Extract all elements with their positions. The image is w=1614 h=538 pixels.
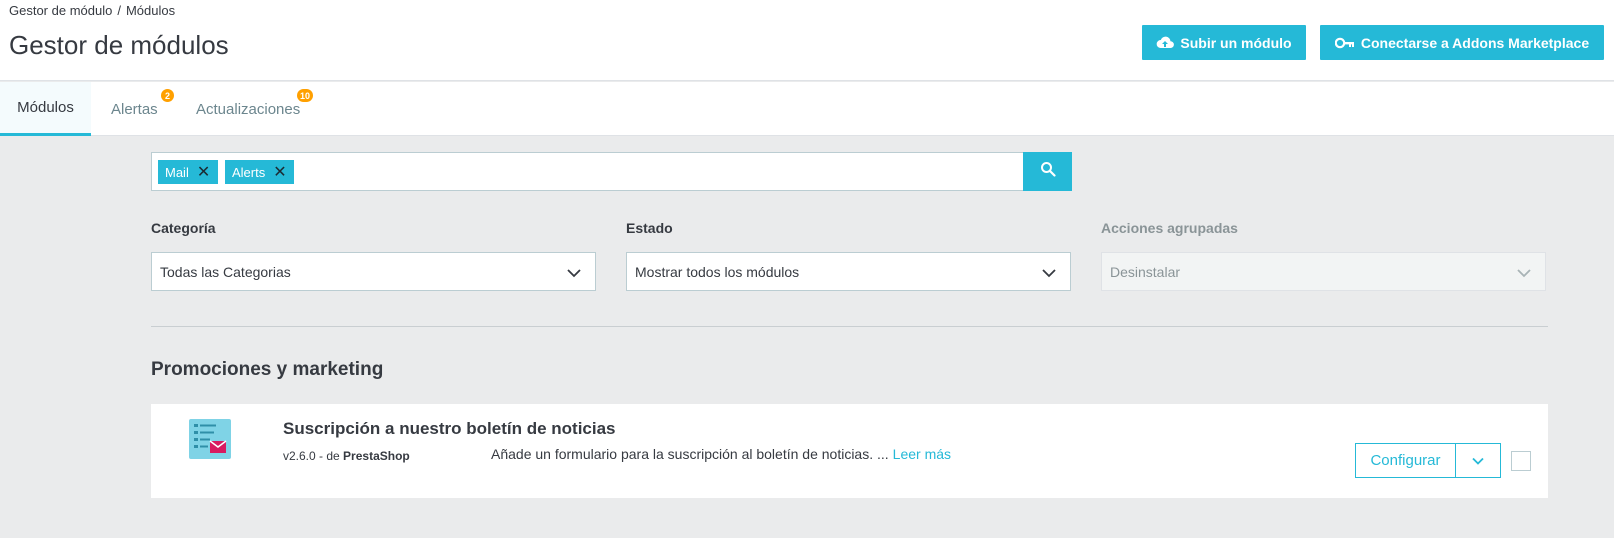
category-select[interactable]: Todas las Categorias: [151, 252, 596, 291]
bulk-actions-value: Desinstalar: [1110, 263, 1181, 280]
upload-module-label: Subir un módulo: [1180, 34, 1292, 51]
tab-alertas[interactable]: Alertas 2: [111, 82, 174, 136]
breadcrumb: Gestor de módulo / Módulos: [9, 3, 175, 18]
module-description: Añade un formulario para la suscripción …: [491, 446, 951, 462]
status-select-value: Mostrar todos los módulos: [635, 263, 800, 280]
chevron-down-icon: [1517, 265, 1531, 281]
breadcrumb-parent[interactable]: Gestor de módulo: [9, 3, 112, 18]
updates-count-badge: 10: [297, 89, 314, 102]
chip-label: Mail: [165, 164, 189, 180]
module-select-checkbox[interactable]: [1511, 451, 1531, 471]
breadcrumb-separator: /: [117, 3, 121, 18]
configure-button[interactable]: Configurar: [1355, 443, 1456, 478]
module-actions-dropdown[interactable]: [1455, 443, 1501, 478]
bulk-actions-select: Desinstalar: [1101, 252, 1546, 291]
module-name: Suscripción a nuestro boletín de noticia…: [283, 419, 616, 438]
close-icon[interactable]: ✕: [197, 162, 210, 182]
section-divider: [151, 326, 1548, 327]
chevron-down-icon: [567, 265, 581, 281]
filter-chip-mail: Mail ✕: [158, 160, 218, 184]
tab-label: Módulos: [17, 99, 74, 116]
alert-count-badge: 2: [161, 89, 174, 102]
status-select[interactable]: Mostrar todos los módulos: [626, 252, 1071, 291]
search-button[interactable]: [1023, 152, 1072, 191]
page-title: Gestor de módulos: [9, 30, 229, 60]
module-version: v2.6.0 - de PrestaShop: [283, 449, 410, 463]
chevron-down-icon: [1042, 265, 1056, 281]
close-icon[interactable]: ✕: [273, 162, 286, 182]
module-search-input[interactable]: Mail ✕ Alerts ✕: [151, 152, 1072, 191]
upload-module-button[interactable]: Subir un módulo: [1142, 25, 1306, 60]
tab-bar: Módulos Alertas 2 Actualizaciones 10: [0, 82, 1614, 136]
module-author: PrestaShop: [343, 449, 410, 463]
chip-label: Alerts: [232, 164, 266, 180]
tab-label: Actualizaciones: [196, 100, 301, 118]
status-filter-label: Estado: [626, 220, 673, 236]
tab-modulos[interactable]: Módulos: [0, 82, 91, 136]
breadcrumb-current[interactable]: Módulos: [126, 3, 175, 18]
connect-addons-label: Conectarse a Addons Marketplace: [1360, 34, 1590, 51]
tab-label: Alertas: [111, 100, 158, 118]
bulk-actions-label: Acciones agrupadas: [1101, 220, 1238, 236]
module-description-text: Añade un formulario para la suscripción …: [491, 446, 889, 462]
tab-actualizaciones[interactable]: Actualizaciones 10: [196, 82, 314, 136]
module-card: Suscripción a nuestro boletín de noticia…: [151, 404, 1548, 498]
category-filter-label: Categoría: [151, 220, 216, 236]
category-section-title: Promociones y marketing: [151, 359, 384, 380]
newsletter-icon: [189, 419, 231, 459]
module-version-text: v2.6.0 - de: [283, 449, 340, 463]
connect-addons-button[interactable]: Conectarse a Addons Marketplace: [1320, 25, 1604, 60]
search-icon: [1040, 161, 1056, 182]
key-icon: [1334, 37, 1355, 49]
cloud-upload-icon: [1156, 36, 1175, 50]
filter-chip-alerts: Alerts ✕: [225, 160, 294, 184]
read-more-link[interactable]: Leer más: [893, 446, 951, 462]
category-select-value: Todas las Categorias: [160, 263, 291, 280]
chevron-down-icon: [1472, 452, 1484, 470]
page-header: Gestor de módulo / Módulos Gestor de módul…: [0, 0, 1614, 81]
